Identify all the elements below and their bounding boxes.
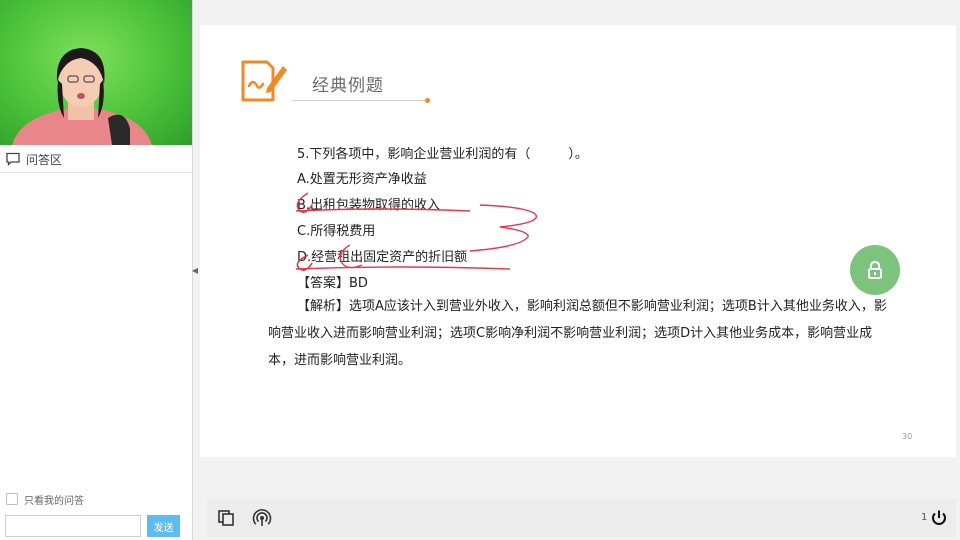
analysis-text: 选项A应该计入到营业外收入，影响利润总额但不影响营业利润；选项B计入其他业务收入…	[268, 299, 887, 368]
option-c: C.所得税费用	[297, 224, 376, 239]
lock-button[interactable]	[850, 245, 900, 295]
collapse-handle[interactable]: ◀	[192, 262, 198, 278]
send-button[interactable]: 发送	[147, 515, 180, 537]
qa-message-list[interactable]	[0, 173, 192, 485]
only-mine-filter[interactable]: 只看我的问答	[6, 492, 84, 507]
answer-label: 【答案】	[297, 276, 350, 291]
qa-title: 问答区	[26, 152, 63, 167]
option-b: B.出租包装物取得的收入	[297, 198, 441, 213]
slide-page-number: 30	[902, 432, 913, 441]
heading-dot	[425, 98, 430, 103]
answer-value: BD	[349, 276, 368, 291]
question-input[interactable]	[5, 515, 141, 537]
option-d: D.经营租出固定资产的折旧额	[297, 250, 468, 265]
question-stem: 5.下列各项中，影响企业营业利润的有（	[297, 147, 531, 162]
slide-heading: 经典例题	[312, 76, 384, 96]
copy-icon[interactable]	[217, 509, 235, 527]
broadcast-icon[interactable]	[252, 508, 272, 528]
teacher-video	[0, 0, 192, 145]
power-icon[interactable]	[930, 509, 948, 527]
question-end: ）。	[568, 147, 588, 162]
qa-header: 问答区	[0, 146, 192, 173]
lock-icon	[868, 260, 882, 279]
analysis-label: 【解析】	[297, 299, 350, 314]
left-panel: 问答区 只看我的问答 发送	[0, 0, 193, 540]
option-a: A.处置无形资产净收益	[297, 172, 427, 187]
teacher-figure	[12, 48, 152, 145]
answer-line: 【答案】BD	[297, 272, 368, 291]
only-mine-label: 只看我的问答	[24, 495, 84, 507]
heading-underline	[292, 100, 428, 101]
only-mine-checkbox[interactable]	[6, 493, 18, 505]
question-text: 5.下列各项中，影响企业营业利润的有（ ）。	[297, 143, 588, 162]
chat-bubble-icon	[6, 152, 20, 166]
page-counter: 1	[921, 512, 928, 523]
pen-paper-icon	[241, 60, 287, 102]
bottom-toolbar: 1	[207, 499, 956, 537]
analysis-paragraph: 【解析】选项A应该计入到营业外收入，影响利润总额但不影响营业利润；选项B计入其他…	[268, 293, 888, 374]
slide: 经典例题 5.下列各项中，影响企业营业利润的有（ ）。 A.处置无形资产净收益 B…	[200, 25, 956, 457]
